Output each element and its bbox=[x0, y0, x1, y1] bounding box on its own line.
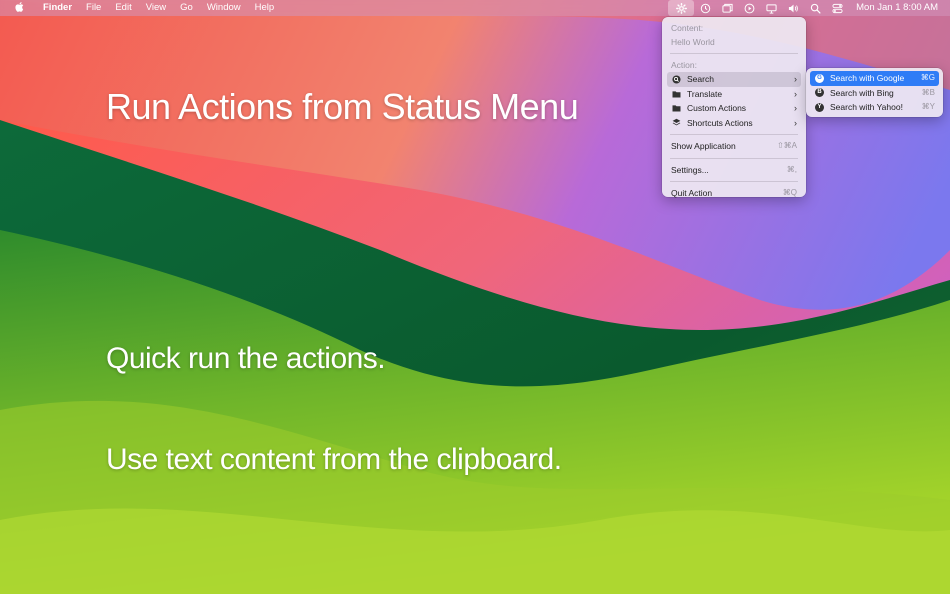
submenu-item-yahoo[interactable]: Y Search with Yahoo! ⌘Y bbox=[810, 100, 939, 115]
menu-separator bbox=[670, 157, 798, 159]
shortcuts-icon bbox=[672, 118, 681, 127]
shortcut-label: ⌘Y bbox=[921, 102, 935, 111]
bing-icon: B bbox=[815, 88, 824, 97]
menu-item-search[interactable]: Search › bbox=[667, 72, 801, 87]
stacked-windows-icon[interactable] bbox=[716, 0, 738, 16]
menu-item-translate[interactable]: Translate › bbox=[667, 87, 801, 102]
menu-item-label: Settings... bbox=[671, 164, 709, 175]
menu-separator bbox=[670, 181, 798, 182]
submenu-item-google[interactable]: G Search with Google ⌘G bbox=[810, 71, 939, 86]
menu-edit[interactable]: Edit bbox=[108, 0, 138, 16]
shortcut-label: ⌘G bbox=[920, 73, 935, 82]
menu-item-quit[interactable]: Quit Action ⌘Q bbox=[667, 186, 801, 201]
menu-item-show-application[interactable]: Show Application ⇧⌘A bbox=[667, 139, 801, 154]
submenu-item-bing[interactable]: B Search with Bing ⌘B bbox=[810, 86, 939, 101]
clock-icon[interactable] bbox=[694, 0, 716, 16]
control-center-icon[interactable] bbox=[826, 0, 848, 16]
menu-item-label: Shortcuts Actions bbox=[687, 117, 753, 128]
submenu-item-label: Search with Google bbox=[830, 73, 905, 83]
chevron-right-icon: › bbox=[794, 117, 797, 128]
menu-item-label: Translate bbox=[687, 88, 723, 99]
google-icon: G bbox=[815, 73, 824, 83]
action-label: Action: bbox=[671, 60, 697, 70]
content-value: Hello World bbox=[671, 37, 715, 47]
yahoo-icon: Y bbox=[815, 102, 824, 112]
feature-quick-run: Quick run the actions. bbox=[106, 342, 386, 375]
menu-help[interactable]: Help bbox=[248, 0, 282, 16]
play-circle-icon[interactable] bbox=[738, 0, 760, 16]
shortcut-label: ⌘B bbox=[921, 87, 935, 97]
gear-icon[interactable] bbox=[668, 0, 695, 16]
menu-item-label: Custom Actions bbox=[687, 103, 747, 113]
menu-view[interactable]: View bbox=[139, 0, 173, 16]
menu-item-label: Search bbox=[687, 74, 714, 84]
menu-item-custom-actions[interactable]: Custom Actions › bbox=[667, 101, 801, 116]
display-icon[interactable] bbox=[760, 0, 782, 16]
menu-app-name[interactable]: Finder bbox=[36, 0, 79, 16]
search-submenu: G Search with Google ⌘G B Search with Bi… bbox=[806, 68, 943, 117]
chevron-right-icon: › bbox=[794, 88, 797, 99]
chevron-right-icon: › bbox=[794, 74, 797, 84]
shortcut-label: ⇧⌘A bbox=[776, 141, 797, 150]
folder-icon bbox=[672, 89, 681, 98]
submenu-item-label: Search with Bing bbox=[830, 87, 894, 98]
submenu-item-label: Search with Yahoo! bbox=[830, 102, 903, 112]
content-label: Content: bbox=[671, 23, 704, 33]
page-title: Run Actions from Status Menu bbox=[106, 86, 579, 127]
chevron-right-icon: › bbox=[794, 103, 797, 113]
menu-window[interactable]: Window bbox=[200, 0, 248, 16]
menu-separator bbox=[670, 53, 798, 54]
search-icon[interactable] bbox=[804, 0, 826, 16]
status-menu: Content: Hello World Action: Search › Tr… bbox=[662, 17, 806, 198]
menubar-clock[interactable]: Mon Jan 1 8:00 AM bbox=[848, 0, 950, 16]
feature-clipboard: Use text content from the clipboard. bbox=[106, 443, 562, 476]
apple-logo-icon[interactable] bbox=[10, 1, 28, 15]
folder-icon bbox=[672, 104, 681, 113]
menu-item-shortcuts-actions[interactable]: Shortcuts Actions › bbox=[667, 116, 801, 131]
menu-separator bbox=[670, 134, 798, 135]
menu-item-label: Show Application bbox=[671, 141, 736, 151]
volume-icon[interactable] bbox=[782, 0, 804, 16]
menu-item-label: Quit Action bbox=[671, 188, 713, 198]
menu-item-settings[interactable]: Settings... ⌘, bbox=[667, 163, 801, 178]
menu-file[interactable]: File bbox=[79, 0, 108, 16]
menu-go[interactable]: Go bbox=[173, 0, 200, 16]
shortcut-label: ⌘Q bbox=[782, 188, 797, 197]
shortcut-label: ⌘, bbox=[786, 164, 797, 174]
magnifier-icon bbox=[672, 74, 681, 84]
menu-bar: Finder File Edit View Go Window Help Mon… bbox=[0, 0, 950, 16]
